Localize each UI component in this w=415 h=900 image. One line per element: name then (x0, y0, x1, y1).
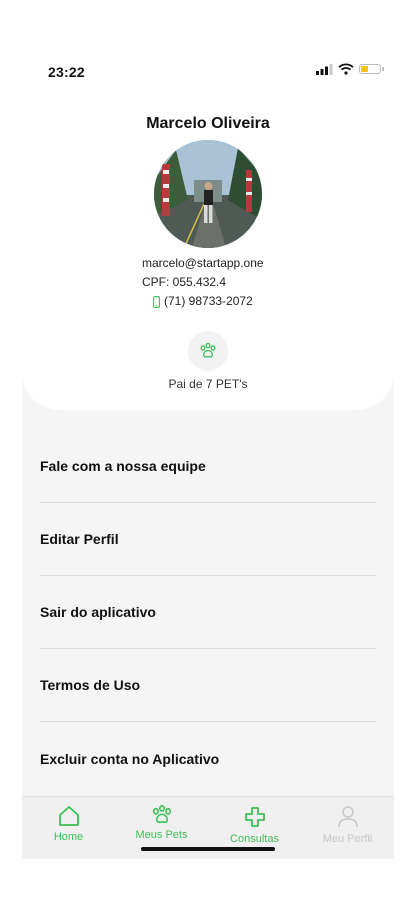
tab-home[interactable]: Home (22, 797, 115, 859)
menu-list: Fale com a nossa equipe Editar Perfil Sa… (40, 430, 376, 795)
profile-name: Marcelo Oliveira (146, 115, 270, 132)
status-time: 23:22 (48, 64, 85, 80)
menu-item-contact-team[interactable]: Fale com a nossa equipe (40, 430, 376, 503)
avatar[interactable] (154, 140, 262, 248)
profile-cpf: CPF: 055.432.4 (142, 275, 227, 289)
system-icons (316, 63, 384, 75)
profile-email: marcelo@startapp.one (142, 256, 264, 270)
menu-item-edit-profile[interactable]: Editar Perfil (40, 503, 376, 576)
menu-item-terms[interactable]: Termos de Uso (40, 649, 376, 722)
menu-area: Fale com a nossa equipe Editar Perfil Sa… (22, 370, 394, 858)
status-bar: 23:22 (0, 0, 415, 100)
phone-row: (71) 98733-2072 (153, 292, 264, 311)
tab-home-label: Home (53, 831, 84, 843)
tab-meus-pets-label: Meus Pets (135, 829, 188, 841)
wifi-icon (338, 63, 354, 75)
pets-badge[interactable] (188, 331, 228, 371)
signal-icon (316, 63, 333, 75)
profile-info: marcelo@startapp.one CPF: 055.432.4 (71)… (142, 254, 264, 311)
phone-icon (153, 295, 160, 308)
tab-meu-perfil[interactable]: Meu Perfil (301, 797, 394, 859)
home-indicator (141, 847, 275, 851)
menu-item-delete-account[interactable]: Excluir conta no Aplicativo (40, 722, 376, 795)
pets-count-label: Pai de 7 PET's (168, 377, 248, 391)
profile-card: Marcelo Oliveira marcelo@startapp.one CP… (22, 98, 394, 410)
tab-consultas-label: Consultas (230, 833, 279, 845)
paw-icon (200, 343, 216, 358)
tab-meu-perfil-label: Meu Perfil (322, 833, 373, 845)
medical-cross-icon (244, 807, 265, 827)
profile-phone: (71) 98733-2072 (164, 294, 253, 308)
home-icon (58, 806, 79, 826)
battery-icon (359, 64, 384, 74)
menu-item-logout[interactable]: Sair do aplicativo (40, 576, 376, 649)
user-icon (337, 806, 358, 828)
paw-icon (152, 805, 171, 824)
